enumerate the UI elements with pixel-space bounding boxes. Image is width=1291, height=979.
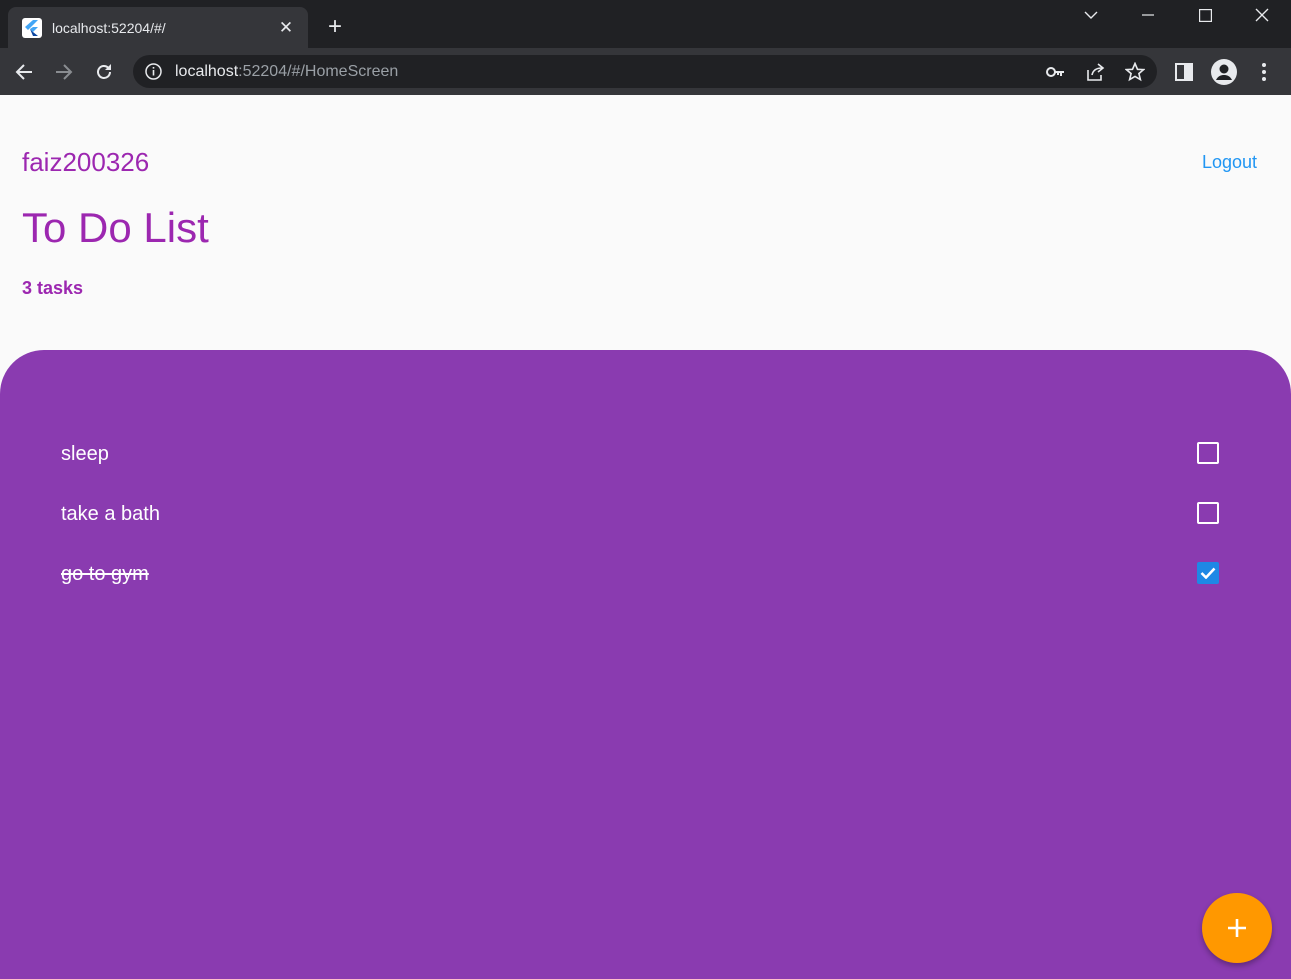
username-label: faiz200326 bbox=[22, 147, 150, 177]
task-count-label: 3 tasks bbox=[22, 278, 84, 298]
close-window-icon[interactable] bbox=[1239, 0, 1285, 30]
task-label: go to gym bbox=[61, 563, 149, 585]
back-arrow-icon[interactable] bbox=[10, 58, 38, 86]
task-label: take a bath bbox=[61, 503, 160, 525]
url-text: localhost:52204/#/HomeScreen bbox=[175, 63, 398, 81]
url-path: :52204/#/HomeScreen bbox=[238, 63, 399, 80]
add-task-button[interactable] bbox=[1202, 893, 1272, 963]
task-checkbox[interactable] bbox=[1197, 562, 1219, 584]
task-row[interactable]: take a bath bbox=[0, 484, 1291, 544]
flutter-favicon-icon bbox=[22, 17, 42, 38]
maximize-window-icon[interactable] bbox=[1182, 0, 1228, 30]
task-list-panel: sleep take a bath go to gym bbox=[0, 350, 1291, 979]
side-panel-icon[interactable] bbox=[1170, 58, 1198, 86]
logout-button[interactable]: Logout bbox=[1202, 152, 1257, 173]
url-host: localhost bbox=[175, 63, 239, 80]
tab-close-icon[interactable]: ✕ bbox=[276, 18, 296, 38]
task-checkbox[interactable] bbox=[1197, 442, 1219, 464]
task-label: sleep bbox=[61, 443, 109, 465]
add-icon bbox=[1228, 919, 1246, 937]
page-title: To Do List bbox=[22, 204, 209, 251]
task-checkbox[interactable] bbox=[1197, 502, 1219, 524]
forward-arrow-icon[interactable] bbox=[50, 58, 78, 86]
browser-tab[interactable]: localhost:52204/#/ ✕ bbox=[8, 7, 308, 48]
task-row[interactable]: go to gym bbox=[0, 544, 1291, 604]
tab-search-chevron-icon[interactable] bbox=[1068, 0, 1114, 30]
tab-title: localhost:52204/#/ bbox=[52, 19, 166, 36]
password-key-icon[interactable] bbox=[1045, 62, 1065, 82]
minimize-window-icon[interactable] bbox=[1125, 0, 1171, 30]
reload-icon[interactable] bbox=[90, 58, 118, 86]
new-tab-button[interactable]: + bbox=[322, 14, 348, 40]
share-icon[interactable] bbox=[1085, 62, 1105, 82]
browser-menu-icon[interactable] bbox=[1250, 58, 1278, 86]
address-bar[interactable]: localhost:52204/#/HomeScreen bbox=[133, 55, 1157, 88]
home-screen: faiz200326 Logout To Do List 3 tasks sle… bbox=[0, 95, 1291, 979]
check-icon bbox=[1200, 567, 1216, 579]
profile-avatar-icon[interactable] bbox=[1210, 58, 1238, 86]
browser-tab-strip: localhost:52204/#/ ✕ + bbox=[0, 0, 1291, 48]
bookmark-star-icon[interactable] bbox=[1124, 61, 1146, 82]
site-info-icon[interactable] bbox=[145, 63, 162, 80]
task-row[interactable]: sleep bbox=[0, 424, 1291, 484]
